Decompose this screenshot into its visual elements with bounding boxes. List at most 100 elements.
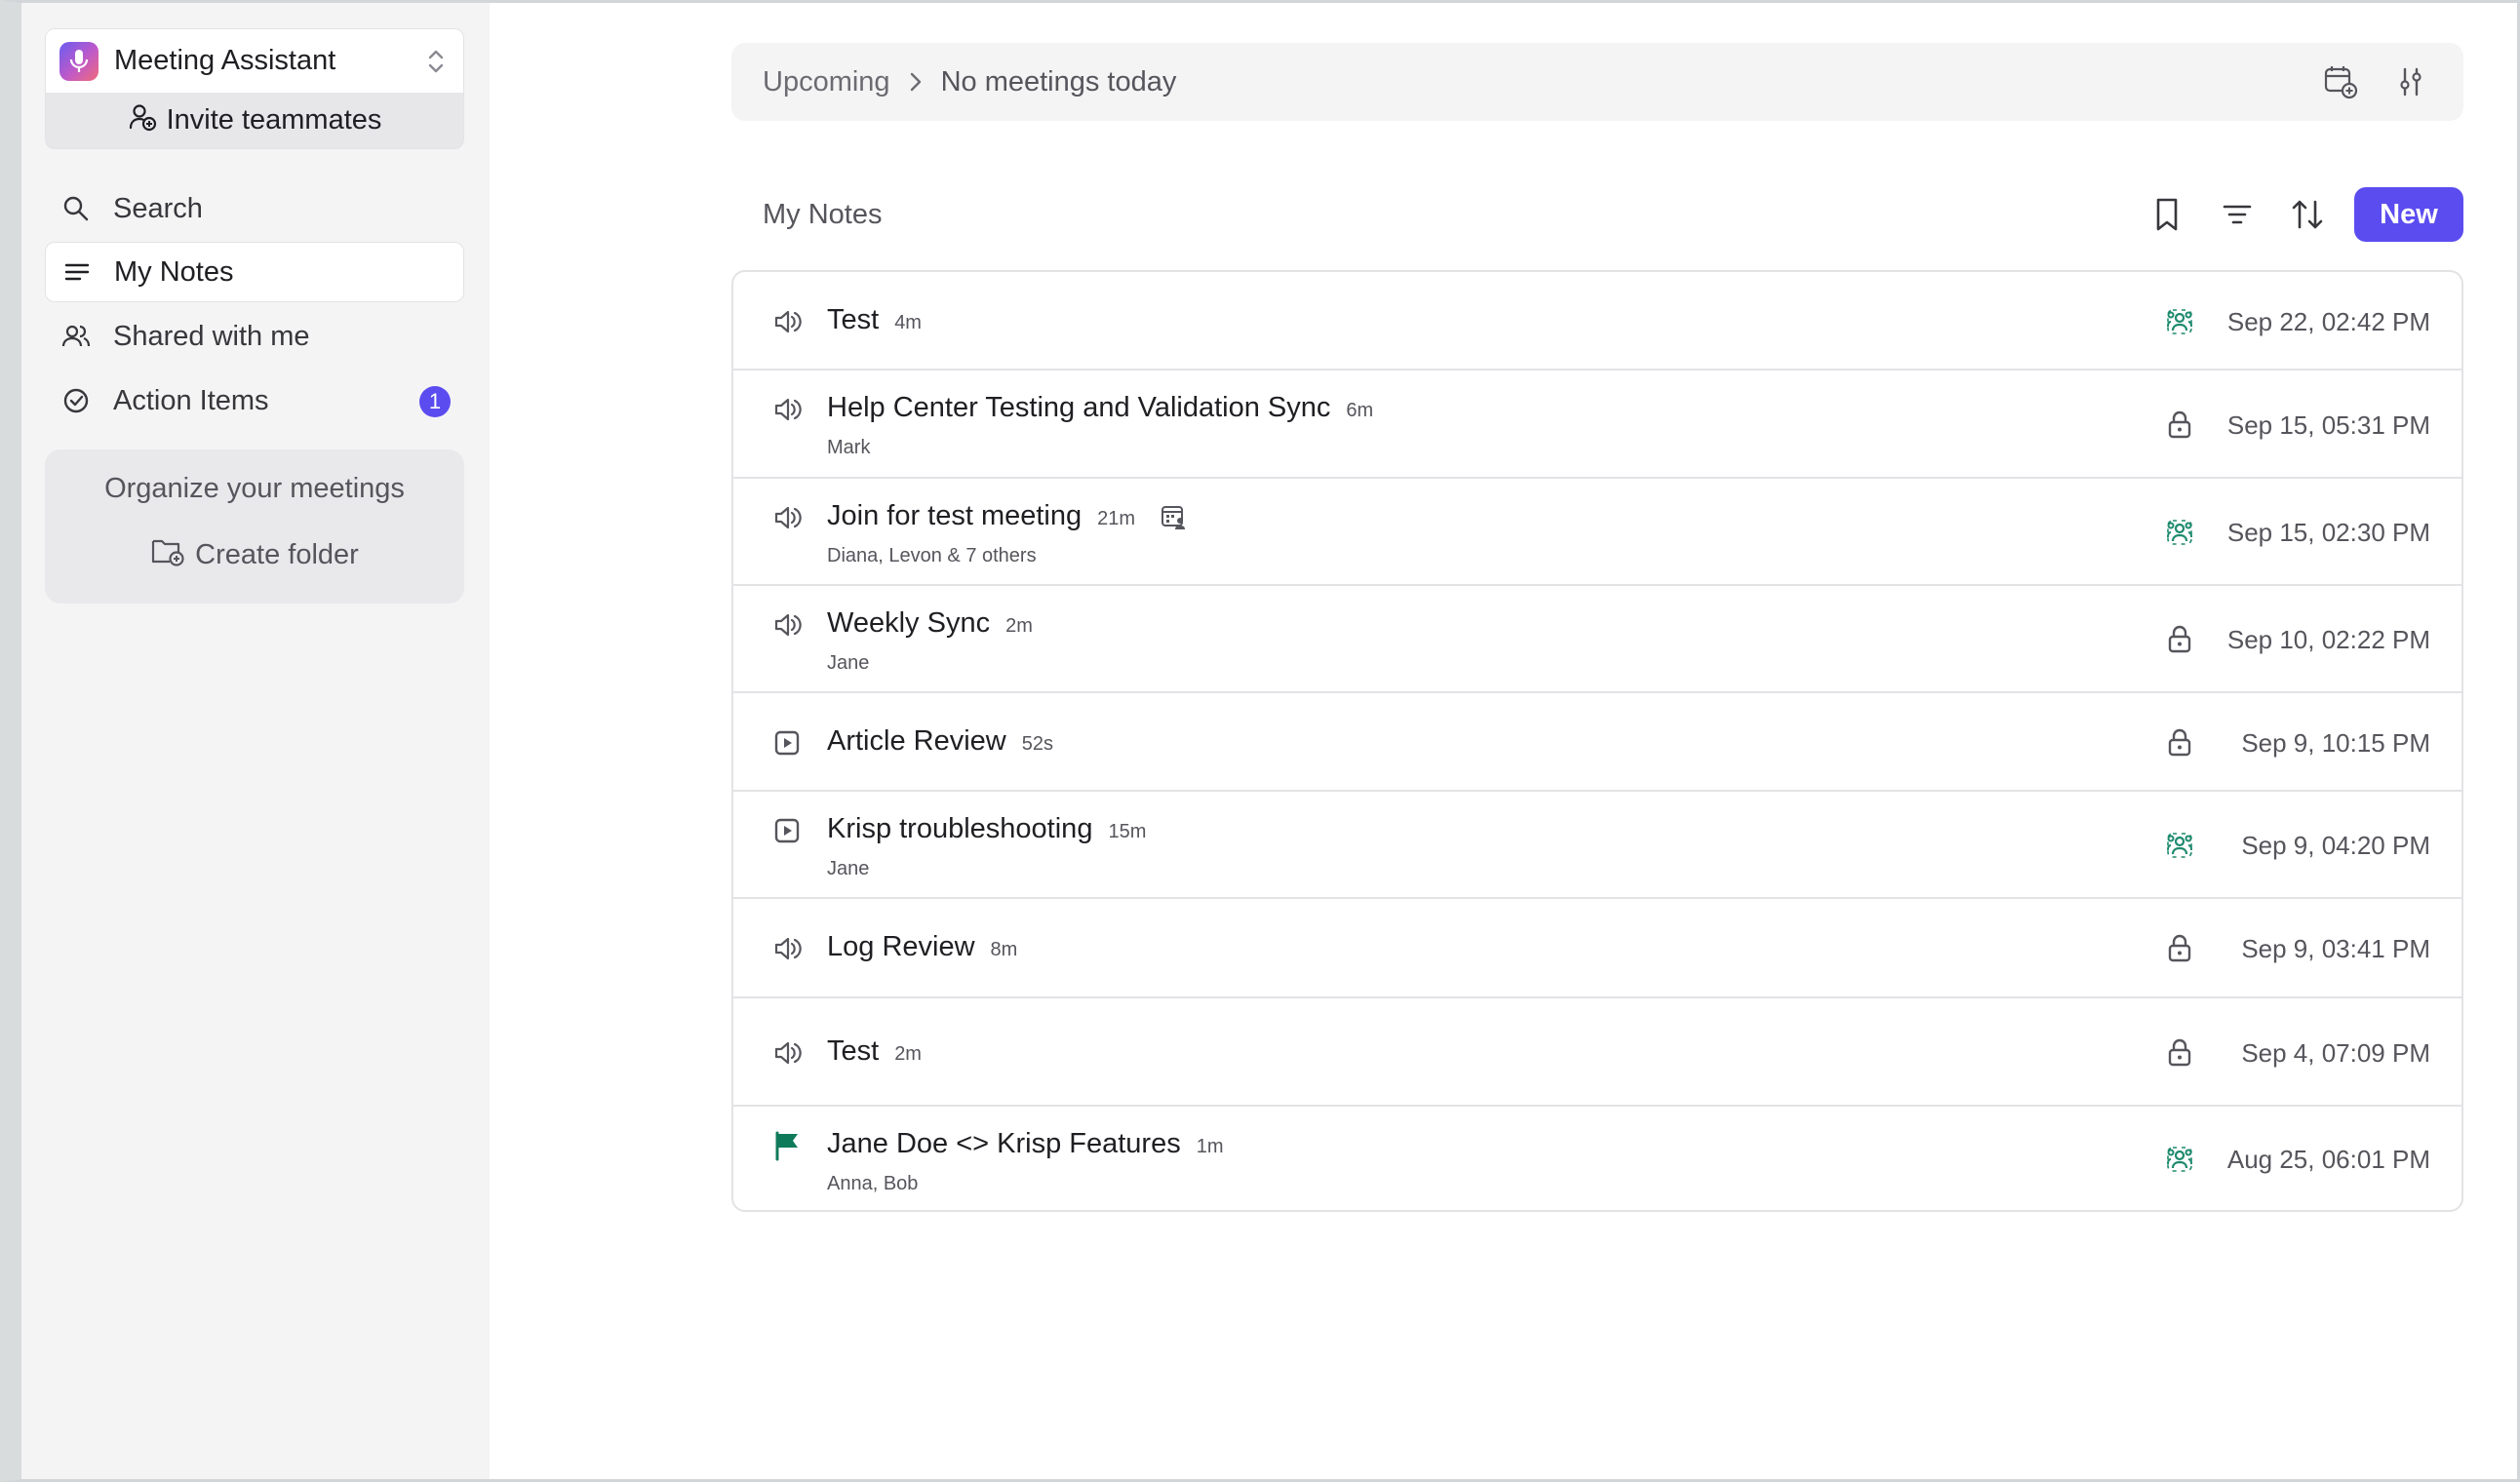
note-title: Help Center Testing and Validation Sync — [827, 392, 1331, 423]
note-duration: 8m — [990, 939, 1018, 960]
note-title: Krisp troubleshooting — [827, 813, 1093, 844]
note-row[interactable]: Help Center Testing and Validation Sync 6… — [733, 370, 2461, 479]
speaker-icon — [770, 1036, 804, 1070]
app-logo-icon — [59, 41, 98, 81]
chevron-right-icon — [908, 70, 924, 94]
sidebar-item-my-notes[interactable]: My Notes — [45, 242, 464, 302]
note-duration: 2m — [1005, 615, 1033, 637]
breadcrumb-upcoming[interactable]: Upcoming — [763, 66, 890, 98]
sidebar-item-label: My Notes — [114, 255, 234, 288]
people-icon — [60, 321, 92, 352]
chevron-updown-icon — [422, 44, 450, 79]
note-title-line: Test 4m — [827, 304, 922, 336]
sidebar-item-search[interactable]: Search — [45, 178, 464, 239]
note-duration: 2m — [894, 1042, 922, 1065]
note-title: Jane Doe <> Krisp Features — [827, 1128, 1181, 1159]
lock-icon[interactable] — [2163, 409, 2196, 442]
sidebar-item-label: Search — [113, 192, 203, 224]
create-folder-label: Create folder — [195, 538, 359, 570]
note-row[interactable]: Krisp troubleshooting 15m Jane Sep 9, 04:20… — [733, 792, 2461, 899]
calendar-add-icon[interactable] — [2319, 60, 2362, 103]
sidebar-item-label: Shared with me — [113, 320, 310, 352]
workspace-name: Meeting Assistant — [114, 45, 336, 76]
note-title-line: Jane Doe <> Krisp Features 1m — [827, 1128, 1224, 1160]
speaker-icon — [770, 608, 804, 642]
shared-icon[interactable] — [2163, 305, 2196, 338]
sort-icon[interactable] — [2284, 191, 2331, 238]
shared-icon[interactable] — [2163, 516, 2196, 549]
note-row[interactable]: Join for test meeting 21m Diana, Levon & 7… — [733, 479, 2461, 586]
note-row[interactable]: Jane Doe <> Krisp Features 1m Anna, Bob Aug… — [733, 1107, 2461, 1210]
note-duration: 4m — [894, 311, 922, 333]
note-title-line: Article Review 52s — [827, 725, 1053, 758]
lock-icon[interactable] — [2163, 726, 2196, 760]
invite-teammates-button[interactable]: Invite teammates — [45, 93, 464, 149]
note-title-line: Weekly Sync 2m — [827, 607, 1033, 640]
note-duration: 1m — [1196, 1136, 1224, 1157]
settings-sliders-icon[interactable] — [2389, 60, 2432, 103]
note-date: Sep 9, 10:15 PM — [2241, 727, 2430, 758]
note-participants: Jane — [827, 652, 870, 674]
notes-title: My Notes — [763, 198, 883, 230]
action-items-badge: 1 — [419, 386, 451, 417]
flag-icon — [770, 1129, 804, 1162]
sidebar-item-label: Action Items — [113, 384, 269, 416]
new-note-button[interactable]: New — [2354, 187, 2463, 242]
note-date: Sep 4, 07:09 PM — [2241, 1037, 2430, 1068]
speaker-icon — [770, 393, 804, 426]
note-duration: 52s — [1021, 732, 1053, 755]
note-date: Sep 9, 03:41 PM — [2241, 934, 2430, 963]
note-participants: Diana, Levon & 7 others — [827, 545, 1037, 566]
bookmark-icon[interactable] — [2144, 191, 2190, 238]
note-duration: 6m — [1346, 400, 1374, 421]
notes-lines-icon — [61, 256, 93, 288]
note-participants: Anna, Bob — [827, 1173, 919, 1194]
note-date: Sep 22, 02:42 PM — [2226, 306, 2430, 336]
search-icon — [60, 193, 92, 224]
note-date: Sep 9, 04:20 PM — [2241, 831, 2430, 860]
note-title: Log Review — [827, 931, 975, 962]
note-date: Sep 15, 05:31 PM — [2226, 410, 2430, 440]
play-icon — [770, 814, 804, 847]
invite-label: Invite teammates — [166, 104, 382, 136]
lock-icon[interactable] — [2163, 932, 2196, 965]
note-row[interactable]: Article Review 52s Sep 9, 10:15 PM — [733, 693, 2461, 792]
note-duration: 21m — [1097, 508, 1136, 529]
play-icon — [770, 726, 804, 760]
check-circle-icon — [60, 385, 92, 416]
note-row[interactable]: Test 4m Sep 22, 02:42 PM — [733, 272, 2461, 370]
folders-panel: Organize your meetings Create folder — [45, 449, 464, 604]
note-date: Aug 25, 06:01 PM — [2226, 1145, 2430, 1174]
shared-icon[interactable] — [2163, 1143, 2196, 1176]
lock-icon[interactable] — [2163, 623, 2196, 656]
speaker-icon — [770, 305, 804, 338]
note-row[interactable]: Weekly Sync 2m Jane Sep 10, 02:22 PM — [733, 586, 2461, 693]
note-title: Article Review — [827, 724, 1006, 757]
sidebar: Meeting Assistant Invite teammates Searc… — [21, 3, 490, 1479]
note-date: Sep 15, 02:30 PM — [2226, 518, 2430, 547]
sidebar-item-action-items[interactable]: Action Items 1 — [45, 370, 464, 431]
filter-icon[interactable] — [2214, 191, 2261, 238]
speaker-icon — [770, 932, 804, 965]
create-folder-button[interactable]: Create folder — [45, 535, 464, 574]
note-participants: Jane — [827, 858, 870, 879]
note-title-line: Krisp troubleshooting 15m — [827, 813, 1146, 845]
note-row[interactable]: Log Review 8m Sep 9, 03:41 PM — [733, 899, 2461, 998]
note-title-line: Join for test meeting 21m — [827, 500, 1188, 532]
notes-list: Test 4m Sep 22, 02:42 PM Help Center Testin… — [731, 270, 2463, 1212]
shared-icon[interactable] — [2163, 829, 2196, 862]
sidebar-item-shared[interactable]: Shared with me — [45, 306, 464, 367]
note-title-line: Test 2m — [827, 1035, 922, 1068]
lock-icon[interactable] — [2163, 1036, 2196, 1070]
folder-add-icon — [150, 535, 185, 574]
note-title: Weekly Sync — [827, 607, 991, 639]
notes-header: My Notes New — [731, 185, 2463, 244]
speaker-icon — [770, 501, 804, 534]
note-date: Sep 10, 02:22 PM — [2226, 625, 2430, 654]
workspace-switcher[interactable]: Meeting Assistant — [45, 28, 464, 93]
note-title: Test — [827, 303, 880, 335]
calendar-person-icon — [1159, 502, 1188, 531]
folders-title: Organize your meetings — [104, 473, 405, 504]
note-participants: Mark — [827, 437, 871, 458]
note-row[interactable]: Test 2m Sep 4, 07:09 PM — [733, 998, 2461, 1107]
